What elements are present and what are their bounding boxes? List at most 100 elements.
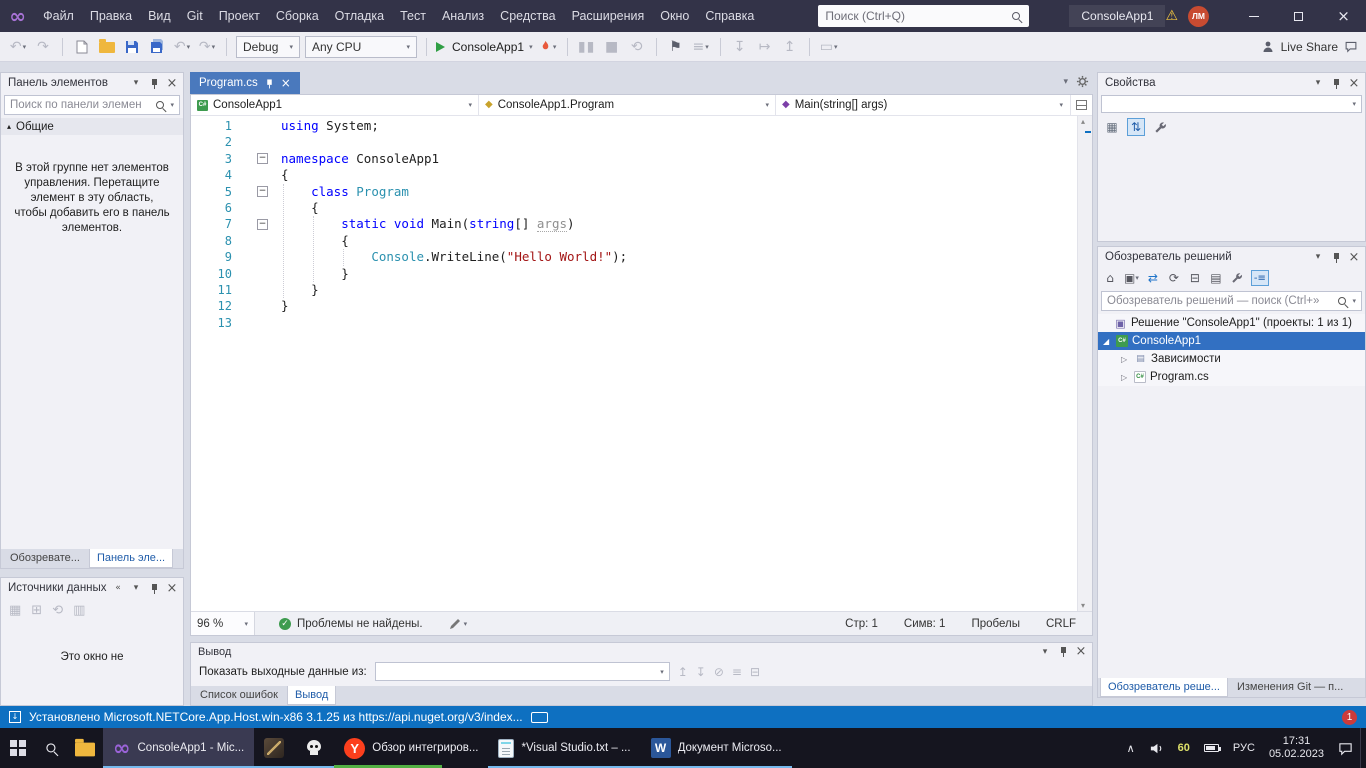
next-message-icon[interactable]: ↧ xyxy=(696,665,706,679)
tab-toolbox[interactable]: Панель эле... xyxy=(89,549,173,568)
close-icon[interactable]: × xyxy=(1074,645,1088,659)
collapse-all-icon[interactable]: ⊟ xyxy=(1188,270,1202,286)
tree-item[interactable]: ▷▤Зависимости xyxy=(1098,350,1365,368)
editor-scrollbar[interactable]: ▴ ▾ xyxy=(1077,116,1092,611)
feedback-icon[interactable] xyxy=(1344,40,1358,53)
start-button[interactable] xyxy=(0,728,36,768)
redo-icon[interactable]: ↷▾ xyxy=(197,35,217,59)
taskbar-app[interactable]: *Visual Studio.txt – ... xyxy=(488,728,640,768)
menu-item[interactable]: Окно xyxy=(652,0,697,32)
tree-item[interactable]: ▣Решение "ConsoleApp1" (проекты: 1 из 1) xyxy=(1098,314,1365,332)
add-data-source-icon[interactable]: ▦ xyxy=(9,603,21,618)
user-avatar[interactable]: ЛМ xyxy=(1188,6,1209,27)
code-line[interactable]: 12} xyxy=(191,298,1077,314)
close-icon[interactable]: × xyxy=(281,76,291,90)
menu-item[interactable]: Справка xyxy=(697,0,762,32)
properties-wrench-icon[interactable] xyxy=(1230,270,1244,286)
expander-icon[interactable]: ▷ xyxy=(1121,373,1134,382)
new-file-icon[interactable] xyxy=(72,35,92,59)
pin-icon[interactable] xyxy=(147,581,161,595)
clear-all-icon[interactable]: ⊘ xyxy=(714,665,724,679)
taskbar-search-button[interactable] xyxy=(36,728,67,768)
home-icon[interactable]: ⌂ xyxy=(1103,270,1117,286)
code-line[interactable]: 8 { xyxy=(191,233,1077,249)
stop-icon[interactable]: ■ xyxy=(602,35,622,59)
notification-badge[interactable]: 1 xyxy=(1342,710,1357,725)
keyboard-icon[interactable] xyxy=(531,712,548,723)
code-line[interactable]: 9 Console.WriteLine("Hello World!"); xyxy=(191,249,1077,265)
pin-icon[interactable] xyxy=(1056,645,1070,659)
menu-item[interactable]: Файл xyxy=(35,0,82,32)
sync-with-active-document-icon[interactable]: ⇄ xyxy=(1146,270,1160,286)
close-icon[interactable]: × xyxy=(165,581,179,595)
menu-item[interactable]: Вид xyxy=(140,0,179,32)
tray-expand-icon[interactable]: ∧ xyxy=(1120,728,1142,768)
code-line[interactable]: 10 } xyxy=(191,266,1077,282)
window-menu-icon[interactable]: ▾ xyxy=(129,76,143,90)
pin-icon[interactable] xyxy=(147,76,161,90)
show-desktop-button[interactable] xyxy=(1360,728,1366,768)
fold-toggle-icon[interactable]: − xyxy=(257,219,268,230)
preview-selected-items-icon[interactable]: -≡ xyxy=(1251,270,1269,286)
tab-server-explorer[interactable]: Обозревате... xyxy=(3,549,87,568)
pin-icon[interactable] xyxy=(1329,250,1343,264)
code-line[interactable]: 7− static void Main(string[] args) xyxy=(191,216,1077,232)
open-folder-icon[interactable] xyxy=(97,35,117,59)
close-icon[interactable]: × xyxy=(1347,76,1361,90)
taskbar-app[interactable]: YОбзор интегриров... xyxy=(334,728,488,768)
menu-item[interactable]: Отладка xyxy=(327,0,392,32)
menu-item[interactable]: Расширения xyxy=(564,0,653,32)
member-dropdown[interactable]: ◆ Main(string[] args) ▾ xyxy=(776,95,1069,115)
tree-item[interactable]: ◢C#ConsoleApp1 xyxy=(1098,332,1365,350)
taskbar-app[interactable]: WДокумент Microso... xyxy=(641,728,792,768)
platform-dropdown[interactable]: Any CPU▾ xyxy=(305,36,417,58)
pin-icon[interactable] xyxy=(264,78,274,88)
pin-icon[interactable] xyxy=(1329,76,1343,90)
status-line[interactable]: Стр: 1 xyxy=(845,618,878,630)
sort-alphabetical-icon[interactable]: ⇅ xyxy=(1127,118,1145,136)
warning-icon[interactable]: ⚠ xyxy=(1165,8,1178,24)
step-over-icon[interactable]: ↦ xyxy=(755,35,775,59)
battery-icon[interactable] xyxy=(1197,728,1226,768)
data-sources-header[interactable]: Источники данных « ▾ × xyxy=(1,578,183,598)
language-indicator[interactable]: РУС xyxy=(1226,728,1262,768)
split-window-icon[interactable] xyxy=(1070,95,1092,115)
step-out-icon[interactable]: ↥ xyxy=(780,35,800,59)
tab-git-changes[interactable]: Изменения Git — п... xyxy=(1230,678,1350,697)
close-icon[interactable]: × xyxy=(1347,250,1361,264)
menu-item[interactable]: Сборка xyxy=(268,0,327,32)
zoom-dropdown[interactable]: 96 %▾ xyxy=(191,612,255,635)
configure-data-source-icon[interactable]: ⊞ xyxy=(31,603,42,618)
menu-item[interactable]: Проект xyxy=(211,0,268,32)
refresh-icon[interactable]: ⟳ xyxy=(1167,270,1181,286)
show-all-files-icon[interactable]: ▤ xyxy=(1209,270,1223,286)
code-line[interactable]: 13 xyxy=(191,315,1077,331)
properties-header[interactable]: Свойства ▾ × xyxy=(1098,73,1365,93)
start-debug-button[interactable]: ConsoleApp1 ▾ xyxy=(436,35,533,59)
fps-counter[interactable]: 60 xyxy=(1171,728,1197,768)
scroll-up-icon[interactable]: ▴ xyxy=(1081,117,1085,126)
clock[interactable]: 17:31 05.02.2023 xyxy=(1262,728,1331,768)
menu-item[interactable]: Git xyxy=(179,0,211,32)
refresh-data-source-icon[interactable]: ⟲ xyxy=(52,603,63,618)
code-line[interactable]: 3−namespace ConsoleApp1 xyxy=(191,151,1077,167)
maximize-button[interactable] xyxy=(1276,0,1321,32)
menu-item[interactable]: Анализ xyxy=(434,0,492,32)
menu-item[interactable]: Тест xyxy=(392,0,434,32)
toolbox-header[interactable]: Панель элементов ▾ × xyxy=(1,73,183,93)
taskbar-app[interactable] xyxy=(254,728,294,768)
code-line[interactable]: 5− class Program xyxy=(191,184,1077,200)
action-center-icon[interactable] xyxy=(1331,728,1360,768)
window-menu-icon[interactable]: ▾ xyxy=(1311,76,1325,90)
fold-toggle-icon[interactable]: − xyxy=(257,186,268,197)
output-header[interactable]: Вывод ▾ × xyxy=(191,643,1092,660)
settings-gear-icon[interactable] xyxy=(1076,75,1089,88)
file-explorer-button[interactable] xyxy=(67,728,103,768)
close-button[interactable]: × xyxy=(1321,0,1366,32)
tree-item[interactable]: ▷C#Program.cs xyxy=(1098,368,1365,386)
code-line[interactable]: 4{ xyxy=(191,167,1077,183)
solution-explorer-search-input[interactable]: Обозреватель решений — поиск (Ctrl+» ▾ xyxy=(1101,291,1362,311)
window-menu-icon[interactable]: ▾ xyxy=(1038,645,1052,659)
hot-reload-icon[interactable]: ▾ xyxy=(538,35,558,59)
edit-data-source-icon[interactable]: ▥ xyxy=(73,603,85,618)
